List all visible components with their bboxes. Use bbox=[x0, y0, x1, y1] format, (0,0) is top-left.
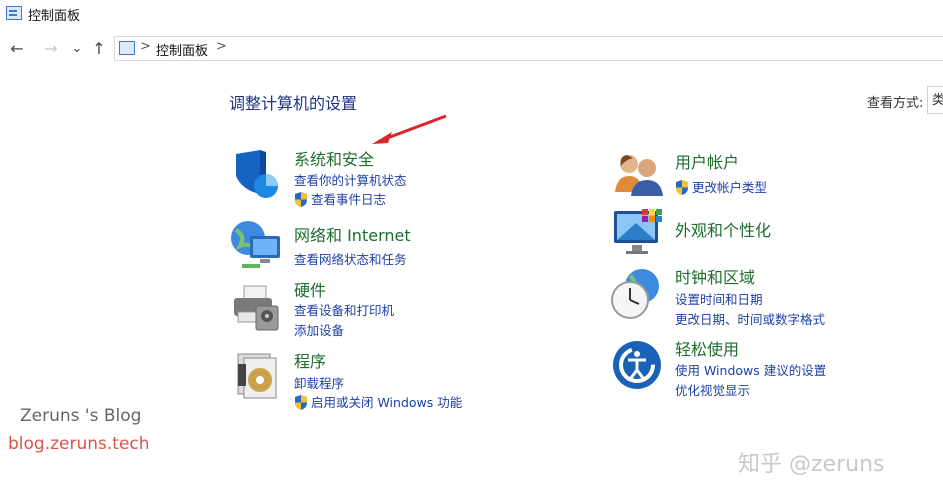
uac-shield-icon bbox=[675, 180, 689, 195]
control-panel-icon bbox=[6, 6, 22, 20]
link-windows-suggested-settings[interactable]: 使用 Windows 建议的设置 bbox=[675, 360, 826, 379]
link-change-account-type[interactable]: 更改帐户类型 bbox=[692, 180, 767, 195]
page-title: 调整计算机的设置 bbox=[229, 94, 358, 113]
programs-icon[interactable] bbox=[234, 350, 284, 400]
hardware-printer-icon[interactable] bbox=[230, 282, 280, 332]
back-button[interactable]: ← bbox=[6, 37, 28, 59]
system-security-icon[interactable] bbox=[232, 150, 282, 200]
category-user-accounts[interactable]: 用户帐户 bbox=[675, 149, 739, 173]
link-uninstall-program[interactable]: 卸载程序 bbox=[294, 373, 344, 392]
breadcrumb-separator[interactable]: > bbox=[216, 39, 227, 54]
link-view-computer-status[interactable]: 查看你的计算机状态 bbox=[294, 170, 407, 189]
title-bar: 控制面板 bbox=[0, 0, 943, 28]
watermark-blog-name: Zeruns 's Blog bbox=[20, 406, 142, 426]
recent-locations-button[interactable]: ⌄ bbox=[66, 37, 88, 59]
uac-shield-icon bbox=[294, 192, 308, 207]
category-network-internet[interactable]: 网络和 Internet bbox=[294, 222, 411, 246]
link-windows-features-row[interactable]: 启用或关闭 Windows 功能 bbox=[294, 392, 462, 411]
category-ease-of-access[interactable]: 轻松使用 bbox=[675, 336, 739, 360]
breadcrumb-control-panel[interactable]: 控制面板 bbox=[156, 40, 208, 59]
link-optimize-visual-display[interactable]: 优化视觉显示 bbox=[675, 380, 750, 399]
annotation-arrow bbox=[372, 114, 447, 144]
clock-region-icon[interactable] bbox=[610, 268, 660, 319]
category-system-security[interactable]: 系统和安全 bbox=[294, 146, 374, 170]
ease-of-access-icon[interactable] bbox=[612, 340, 662, 390]
user-accounts-icon[interactable] bbox=[613, 150, 663, 200]
link-view-event-logs-row[interactable]: 查看事件日志 bbox=[294, 189, 386, 208]
network-internet-icon[interactable] bbox=[230, 220, 280, 270]
link-turn-windows-features[interactable]: 启用或关闭 Windows 功能 bbox=[311, 395, 462, 410]
watermark-zhihu: 知乎 @zeruns bbox=[738, 452, 885, 477]
appearance-personalization-icon[interactable] bbox=[612, 207, 662, 257]
category-clock-region[interactable]: 时钟和区域 bbox=[675, 264, 755, 288]
link-view-event-logs[interactable]: 查看事件日志 bbox=[311, 192, 386, 207]
view-by-label: 查看方式: bbox=[867, 96, 924, 111]
link-view-network-status[interactable]: 查看网络状态和任务 bbox=[294, 249, 407, 268]
category-programs[interactable]: 程序 bbox=[294, 348, 326, 372]
uac-shield-icon bbox=[294, 395, 308, 410]
category-hardware[interactable]: 硬件 bbox=[294, 277, 326, 301]
watermark-blog-url: blog.zeruns.tech bbox=[8, 434, 150, 454]
link-add-device[interactable]: 添加设备 bbox=[294, 320, 344, 339]
link-view-devices-printers[interactable]: 查看设备和打印机 bbox=[294, 300, 394, 319]
view-by-dropdown[interactable]: 类 bbox=[927, 86, 943, 114]
category-appearance-personalization[interactable]: 外观和个性化 bbox=[675, 217, 771, 241]
link-change-date-time-format[interactable]: 更改日期、时间或数字格式 bbox=[675, 309, 825, 328]
forward-button[interactable]: → bbox=[40, 37, 62, 59]
control-panel-icon bbox=[119, 41, 135, 55]
breadcrumb-separator[interactable]: > bbox=[140, 39, 151, 54]
address-bar[interactable]: > 控制面板 > bbox=[114, 36, 943, 61]
up-button[interactable]: ↑ bbox=[88, 37, 110, 59]
link-change-account-type-row[interactable]: 更改帐户类型 bbox=[675, 177, 767, 196]
window-title: 控制面板 bbox=[28, 9, 81, 24]
link-set-time-date[interactable]: 设置时间和日期 bbox=[675, 289, 763, 308]
